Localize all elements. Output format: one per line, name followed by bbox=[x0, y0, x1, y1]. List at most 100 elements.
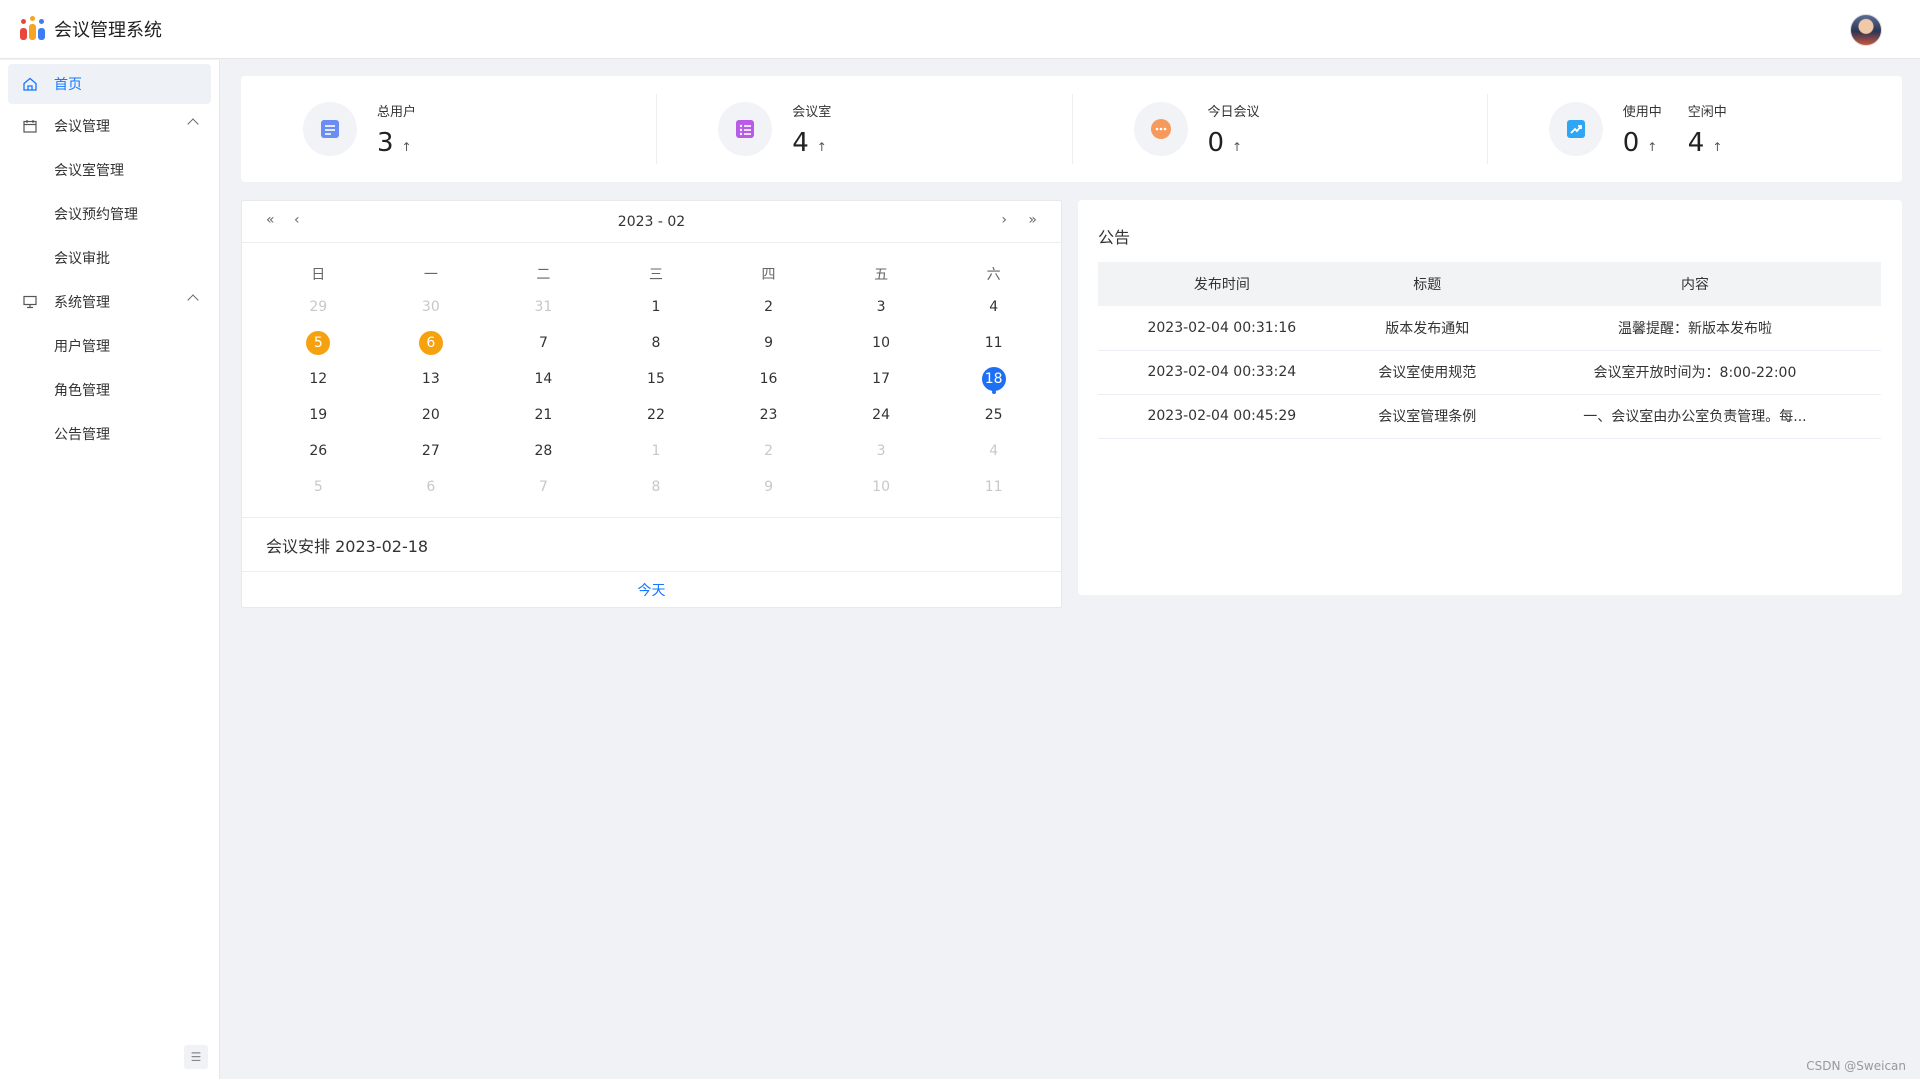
user-avatar[interactable] bbox=[1850, 14, 1882, 46]
day-number: 5 bbox=[306, 331, 331, 355]
sidebar-group-meeting[interactable]: 会议管理 bbox=[0, 104, 219, 148]
day-number: 18 bbox=[981, 367, 1006, 391]
calendar-week-row: 5 6 7 8 9 10 11 bbox=[262, 325, 1050, 361]
calendar-day[interactable]: 2 bbox=[712, 433, 825, 469]
calendar-day[interactable]: 21 bbox=[487, 397, 600, 433]
prev-year-button[interactable]: « bbox=[266, 212, 275, 228]
sidebar-item-meeting-booking[interactable]: 会议预约管理 bbox=[0, 192, 219, 236]
calendar-day[interactable]: 16 bbox=[712, 361, 825, 397]
calendar-day[interactable]: 26 bbox=[262, 433, 375, 469]
sidebar-item-roles[interactable]: 角色管理 bbox=[0, 368, 219, 412]
calendar-day[interactable]: 3 bbox=[825, 433, 938, 469]
calendar-day[interactable]: 6 bbox=[375, 325, 488, 361]
table-cell: 会议室管理条例 bbox=[1345, 394, 1509, 439]
day-number: 20 bbox=[421, 407, 440, 423]
table-cell: 会议室开放时间为：8:00-22:00 bbox=[1508, 350, 1881, 395]
table-row[interactable]: 2023-02-04 00:31:16 版本发布通知 温馨提醒：新版本发布啦 bbox=[1098, 306, 1881, 351]
sidebar-item-meeting-approval[interactable]: 会议审批 bbox=[0, 236, 219, 280]
calendar-day[interactable]: 6 bbox=[375, 469, 488, 505]
sidebar-item-users[interactable]: 用户管理 bbox=[0, 324, 219, 368]
next-month-button[interactable]: › bbox=[1001, 212, 1007, 228]
calendar-day[interactable]: 8 bbox=[600, 325, 713, 361]
day-number: 17 bbox=[872, 371, 890, 387]
calendar-day[interactable]: 2 bbox=[712, 289, 825, 325]
calendar-day[interactable]: 1 bbox=[600, 289, 713, 325]
calendar-day[interactable]: 7 bbox=[487, 469, 600, 505]
calendar-day[interactable]: 14 bbox=[487, 361, 600, 397]
calendar-day[interactable]: 27 bbox=[375, 433, 488, 469]
calendar-header: « ‹ 2023 - 02 › » bbox=[242, 201, 1061, 243]
day-number: 25 bbox=[984, 407, 1003, 423]
calendar-day[interactable]: 13 bbox=[375, 361, 488, 397]
table-cell: 版本发布通知 bbox=[1345, 306, 1509, 351]
calendar-day[interactable]: 22 bbox=[600, 397, 713, 433]
calendar-day[interactable]: 9 bbox=[712, 469, 825, 505]
calendar-day[interactable]: 10 bbox=[825, 469, 938, 505]
chevron-up-icon bbox=[187, 294, 199, 306]
calendar-day[interactable]: 17 bbox=[825, 361, 938, 397]
calendar-day[interactable]: 30 bbox=[375, 289, 488, 325]
calendar-day[interactable]: 25 bbox=[937, 397, 1050, 433]
sidebar-group-system[interactable]: 系统管理 bbox=[0, 280, 219, 324]
app-logo[interactable]: 会议管理系统 bbox=[20, 16, 162, 42]
sidebar-item-label: 角色管理 bbox=[54, 383, 110, 399]
calendar-day[interactable]: 11 bbox=[937, 325, 1050, 361]
calendar-day[interactable]: 31 bbox=[487, 289, 600, 325]
sidebar-item-meeting-room[interactable]: 会议室管理 bbox=[0, 148, 219, 192]
table-cell: 温馨提醒：新版本发布啦 bbox=[1508, 306, 1881, 351]
calendar-day[interactable]: 19 bbox=[262, 397, 375, 433]
column-header: 发布时间 bbox=[1098, 262, 1346, 306]
stat-meeting-rooms: 会议室 4 ↑ bbox=[656, 76, 1071, 182]
calendar-day[interactable]: 1 bbox=[600, 433, 713, 469]
calendar-day[interactable]: 24 bbox=[825, 397, 938, 433]
calendar-day[interactable]: 5 bbox=[262, 469, 375, 505]
day-number: 4 bbox=[989, 443, 999, 459]
calendar-day[interactable]: 28 bbox=[487, 433, 600, 469]
day-number: 2 bbox=[764, 299, 773, 315]
today-button[interactable]: 今天 bbox=[242, 571, 1061, 607]
weekday-label: 二 bbox=[536, 267, 551, 283]
stat-label: 空闲中 bbox=[1687, 104, 1727, 120]
calendar-day[interactable]: 7 bbox=[487, 325, 600, 361]
stats-card: 总用户 3 ↑ 会议室 4 ↑ 今日会议 0 ↑ 使用中 0 ↑ 空闲中 4 ↑ bbox=[241, 76, 1902, 182]
day-number: 26 bbox=[309, 443, 328, 459]
sidebar-item-label: 会议室管理 bbox=[54, 163, 124, 179]
calendar-day[interactable]: 29 bbox=[262, 289, 375, 325]
sidebar-item-home[interactable]: 首页 bbox=[8, 64, 211, 104]
day-number: 6 bbox=[418, 331, 443, 355]
weekday-row: 日一二三四五六 bbox=[262, 259, 1050, 289]
sidebar-item-notices[interactable]: 公告管理 bbox=[0, 412, 219, 456]
calendar-day[interactable]: 8 bbox=[600, 469, 713, 505]
table-row[interactable]: 2023-02-04 00:33:24 会议室使用规范 会议室开放时间为：8:0… bbox=[1098, 350, 1881, 395]
calendar-day[interactable]: 15 bbox=[600, 361, 713, 397]
sidebar-item-label: 会议审批 bbox=[54, 251, 110, 267]
calendar-day[interactable]: 4 bbox=[937, 289, 1050, 325]
calendar-day[interactable]: 20 bbox=[375, 397, 488, 433]
day-number: 16 bbox=[759, 371, 778, 387]
day-number: 10 bbox=[872, 335, 890, 351]
calendar-day[interactable]: 3 bbox=[825, 289, 938, 325]
calendar-day[interactable]: 23 bbox=[712, 397, 825, 433]
calendar-day[interactable]: 18 bbox=[937, 361, 1050, 397]
day-number: 23 bbox=[759, 407, 778, 423]
event-dot bbox=[991, 390, 996, 394]
next-year-button[interactable]: » bbox=[1028, 212, 1037, 228]
day-number: 13 bbox=[421, 371, 440, 387]
table-row[interactable]: 2023-02-04 00:45:29 会议室管理条例 一、会议室由办公室负责管… bbox=[1098, 394, 1881, 439]
day-number: 11 bbox=[984, 335, 1003, 351]
day-number: 8 bbox=[651, 479, 661, 495]
collapse-sidebar-button[interactable]: ☰ bbox=[184, 1045, 208, 1069]
sidebar-item-label: 首页 bbox=[54, 77, 82, 93]
stat-value: 0 bbox=[1622, 127, 1640, 158]
day-number: 10 bbox=[872, 479, 890, 495]
calendar-day[interactable]: 10 bbox=[825, 325, 938, 361]
sidebar-item-label: 系统管理 bbox=[54, 295, 110, 311]
calendar-day[interactable]: 11 bbox=[937, 469, 1050, 505]
day-number: 1 bbox=[651, 299, 661, 315]
calendar-day[interactable]: 12 bbox=[262, 361, 375, 397]
calendar-day[interactable]: 5 bbox=[262, 325, 375, 361]
prev-month-button[interactable]: ‹ bbox=[294, 212, 300, 228]
calendar-day[interactable]: 9 bbox=[712, 325, 825, 361]
top-header: 会议管理系统 bbox=[0, 0, 1920, 59]
calendar-day[interactable]: 4 bbox=[937, 433, 1050, 469]
